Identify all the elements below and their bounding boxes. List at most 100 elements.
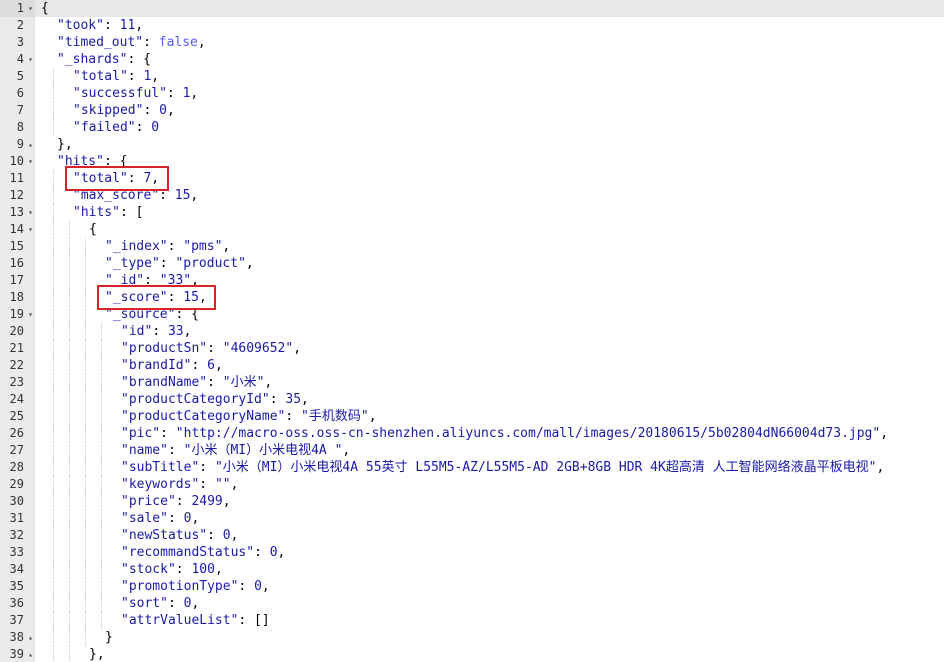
score-highlight (97, 285, 216, 310)
code-line[interactable]: "took": 11, (35, 17, 944, 34)
code-line[interactable]: "stock": 100, (35, 561, 944, 578)
indent-guide (101, 425, 102, 442)
code-line[interactable]: "price": 2499, (35, 493, 944, 510)
json-punctuation: : (191, 358, 208, 373)
code-line[interactable]: "total": 7, (35, 170, 944, 187)
code-line[interactable]: "hits": { (35, 153, 944, 170)
indent-guide (85, 442, 86, 459)
fold-end-icon[interactable]: ▴ (28, 136, 33, 153)
code-line[interactable]: "hits": [ (35, 204, 944, 221)
indent-guide (101, 408, 102, 425)
code-line[interactable]: "total": 1, (35, 68, 944, 85)
json-punctuation: , (293, 341, 302, 356)
fold-end-icon[interactable]: ▴ (28, 646, 33, 662)
indent-guide (53, 629, 54, 646)
json-key: "pic" (121, 426, 161, 441)
json-value: 35 (285, 392, 302, 407)
code-line[interactable]: "pic": "http://macro-oss.oss-cn-shenzhen… (35, 425, 944, 442)
line-number: 17 (0, 272, 34, 289)
code-line[interactable]: { (35, 0, 944, 17)
code-area[interactable]: {"took": 11, "timed_out": false, "_shards"… (35, 0, 944, 662)
indent-guide (101, 595, 102, 612)
code-line[interactable]: "productCategoryName": "手机数码", (35, 408, 944, 425)
line-number: 30 (0, 493, 34, 510)
indent-guide (53, 425, 54, 442)
code-line[interactable]: "successful": 1, (35, 85, 944, 102)
json-punctuation: : (207, 375, 223, 390)
code-line[interactable]: "brandName": "小米", (35, 374, 944, 391)
fold-toggle-icon[interactable]: ▾ (28, 221, 33, 238)
code-line[interactable]: "id": 33, (35, 323, 944, 340)
json-value: "http://macro-oss.oss-cn-shenzhen.aliyun… (175, 426, 881, 441)
line-number: 4 ▾ (0, 51, 34, 68)
code-line[interactable]: "failed": 0 (35, 119, 944, 136)
json-punctuation: , (368, 409, 377, 424)
line-number-text: 39 (9, 647, 24, 661)
json-punctuation: , (222, 239, 231, 254)
json-punctuation: , (151, 69, 160, 84)
json-punctuation: : (238, 579, 255, 594)
json-punctuation: , (264, 375, 273, 390)
code-line[interactable]: "timed_out": false, (35, 34, 944, 51)
indent-guide (85, 561, 86, 578)
json-punctuation: : (127, 69, 144, 84)
code-line[interactable]: "newStatus": 0, (35, 527, 944, 544)
indent-guide (69, 323, 70, 340)
code-line[interactable]: "skipped": 0, (35, 102, 944, 119)
code-line[interactable]: "productSn": "4609652", (35, 340, 944, 357)
line-number-text: 6 (16, 86, 24, 100)
code-line[interactable]: "subTitle": "小米（MI）小米电视4A 55英寸 L55M5-AZ/… (35, 459, 944, 476)
indent-guide (69, 527, 70, 544)
code-line[interactable]: "sale": 0, (35, 510, 944, 527)
indent-guide (85, 629, 86, 646)
fold-toggle-icon[interactable]: ▾ (28, 306, 33, 323)
json-punctuation: , (230, 477, 239, 492)
code-line[interactable]: "productCategoryId": 35, (35, 391, 944, 408)
fold-toggle-icon[interactable]: ▾ (28, 204, 33, 221)
indent-guide (53, 646, 54, 662)
code-line[interactable]: "_index": "pms", (35, 238, 944, 255)
code-line[interactable]: "promotionType": 0, (35, 578, 944, 595)
indent-guide (53, 85, 54, 102)
line-number-text: 38 (9, 630, 24, 644)
line-number: 26 (0, 425, 34, 442)
code-line[interactable]: "name": "小米（MI）小米电视4A ", (35, 442, 944, 459)
code-line[interactable]: "keywords": "", (35, 476, 944, 493)
indent-guide (53, 102, 54, 119)
code-line[interactable]: "_type": "product", (35, 255, 944, 272)
fold-toggle-icon[interactable]: ▾ (28, 51, 33, 68)
json-key: "failed" (73, 120, 136, 135)
code-line[interactable]: }, (35, 136, 944, 153)
line-number-text: 15 (9, 239, 24, 253)
line-number: 9 ▴ (0, 136, 34, 153)
indent-guide (53, 272, 54, 289)
line-number-text: 35 (9, 579, 24, 593)
indent-guide (101, 561, 102, 578)
code-line[interactable]: "sort": 0, (35, 595, 944, 612)
indent-guide (85, 510, 86, 527)
code-line[interactable]: "attrValueList": [] (35, 612, 944, 629)
line-number-text: 2 (16, 18, 24, 32)
json-key: "subTitle" (121, 460, 200, 475)
fold-toggle-icon[interactable]: ▾ (28, 153, 33, 170)
json-editor[interactable]: 1 ▾ 2 3 4 ▾ 5 6 7 8 9 ▴ 10 ▾ 11 12 13 ▾ 14 ▾ 15 16 17 18 19 ▾ 20 21… (0, 0, 944, 662)
code-line[interactable]: } (35, 629, 944, 646)
code-line[interactable]: "brandId": 6, (35, 357, 944, 374)
line-number-text: 20 (9, 324, 24, 338)
line-number-text: 21 (9, 341, 24, 355)
indent-guide (69, 408, 70, 425)
code-line[interactable]: "_shards": { (35, 51, 944, 68)
code-line[interactable]: }, (35, 646, 944, 662)
fold-end-icon[interactable]: ▴ (28, 629, 33, 646)
line-number: 11 (0, 170, 34, 187)
line-number: 3 (0, 34, 34, 51)
indent-guide (85, 374, 86, 391)
code-line[interactable]: "recommandStatus": 0, (35, 544, 944, 561)
json-punctuation: , (191, 596, 200, 611)
code-line[interactable]: { (35, 221, 944, 238)
indent-guide (53, 255, 54, 272)
fold-toggle-icon[interactable]: ▾ (28, 0, 33, 17)
indent-guide (53, 561, 54, 578)
code-line[interactable]: "max_score": 15, (35, 187, 944, 204)
json-punctuation: : (269, 392, 286, 407)
